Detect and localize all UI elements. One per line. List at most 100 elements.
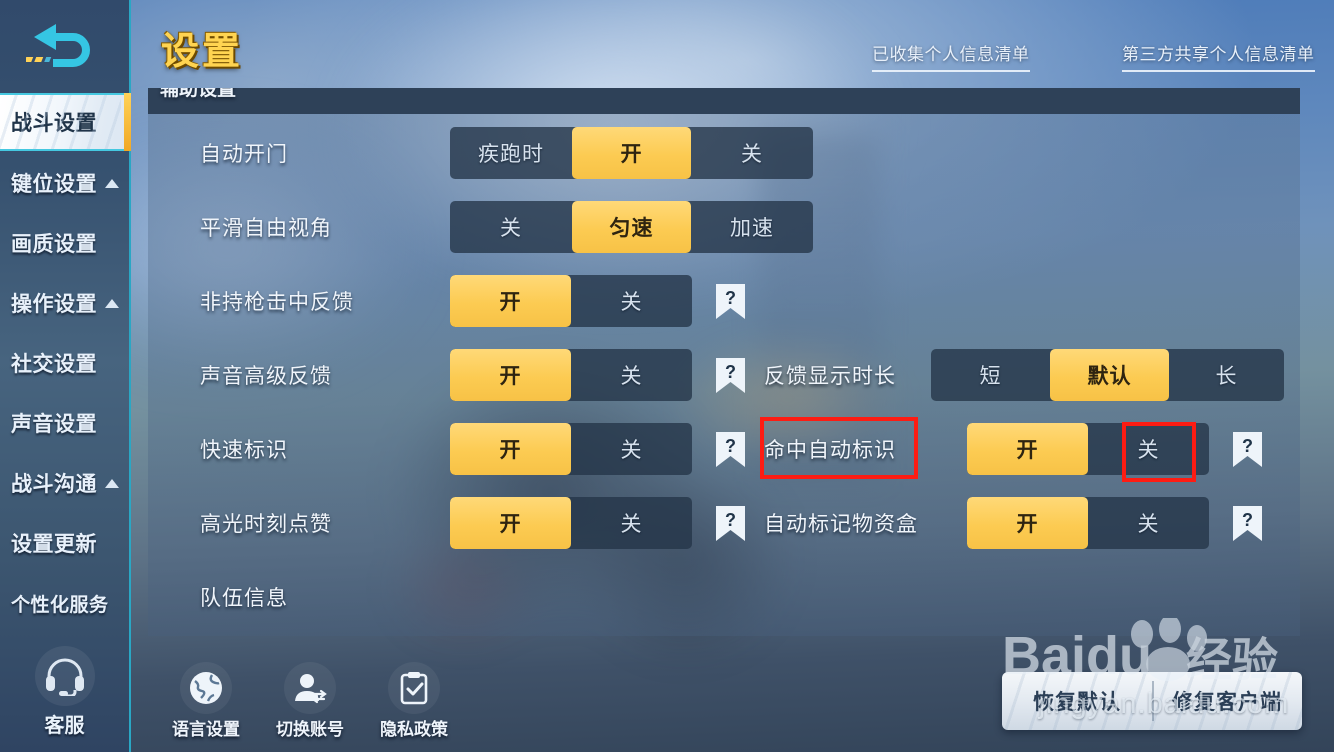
segmented-control: 开 关 (450, 497, 692, 549)
setting-row: 队伍信息 (200, 571, 850, 623)
sidebar-item-label: 战斗沟通 (11, 473, 97, 496)
sidebar-item-label: 键位设置 (11, 173, 97, 196)
segmented-control: 开 关 (450, 423, 692, 475)
chevron-up-icon (105, 479, 119, 488)
svg-text:?: ? (1242, 436, 1253, 456)
segmented-control: 关 匀速 加速 (450, 201, 813, 253)
setting-label: 自动标记物资盒 (764, 513, 918, 536)
page-title: 设置 (161, 31, 244, 73)
setting-label: 命中自动标识 (764, 439, 896, 462)
globe-icon (180, 662, 232, 714)
segment-option[interactable]: 关 (1088, 423, 1209, 475)
segment-option[interactable]: 关 (571, 423, 692, 475)
help-icon[interactable]: ? (716, 358, 745, 393)
setting-row: 反馈显示时长 短 默认 长 (764, 349, 1304, 401)
setting-row: 快速标识 开 关 ? (200, 423, 850, 475)
setting-row: 声音高级反馈 开 关 ? (200, 349, 850, 401)
back-arrow-icon (25, 24, 90, 67)
svg-text:?: ? (725, 436, 736, 456)
switch-account-icon (284, 662, 336, 714)
help-icon[interactable]: ? (716, 506, 745, 541)
bottom-icon-bar: 语言设置 切换账号 隐私政策 (170, 662, 450, 740)
segmented-control: 疾跑时 开 关 (450, 127, 813, 179)
help-icon[interactable]: ? (716, 432, 745, 467)
chevron-up-icon (105, 179, 119, 188)
setting-row: 自动标记物资盒 开 关 ? (764, 497, 1304, 549)
segmented-control: 开 关 (967, 497, 1209, 549)
setting-label: 自动开门 (200, 143, 288, 166)
sidebar-item-personalized-service[interactable]: 个性化服务 (0, 573, 129, 633)
collected-info-list-link[interactable]: 已收集个人信息清单 (872, 40, 1030, 72)
svg-text:?: ? (725, 510, 736, 530)
segment-option-selected[interactable]: 默认 (1050, 349, 1169, 401)
segment-option[interactable]: 疾跑时 (450, 127, 572, 179)
sidebar-item-graphics-settings[interactable]: 画质设置 (0, 213, 129, 273)
panel-body: 自动开门 疾跑时 开 关 平滑自由视角 关 匀速 加速 非持枪击中反馈 开 关 (148, 114, 1300, 636)
segment-option[interactable]: 短 (931, 349, 1050, 401)
segment-option[interactable]: 长 (1169, 349, 1284, 401)
bottom-icon-label: 隐私政策 (380, 720, 448, 739)
sidebar-item-label: 声音设置 (11, 413, 97, 436)
setting-row: 非持枪击中反馈 开 关 ? (200, 275, 850, 327)
help-icon[interactable]: ? (1233, 432, 1262, 467)
setting-row: 命中自动标识 开 关 ? (764, 423, 1304, 475)
setting-label: 声音高级反馈 (200, 365, 332, 388)
segment-option-selected[interactable]: 开 (450, 423, 571, 475)
setting-label: 非持枪击中反馈 (200, 291, 354, 314)
segmented-control: 开 关 (967, 423, 1209, 475)
sidebar-item-control-settings[interactable]: 操作设置 (0, 273, 129, 333)
section-title: 辅助设置 (160, 88, 237, 100)
setting-row: 高光时刻点赞 开 关 ? (200, 497, 850, 549)
setting-label: 快速标识 (200, 439, 288, 462)
segment-option-selected[interactable]: 开 (967, 497, 1088, 549)
back-button[interactable] (0, 0, 129, 88)
segment-option[interactable]: 关 (571, 349, 692, 401)
bottom-icon-label: 切换账号 (276, 720, 344, 739)
setting-label: 反馈显示时长 (764, 365, 896, 388)
segment-option[interactable]: 关 (691, 127, 813, 179)
segment-option-selected[interactable]: 开 (450, 275, 571, 327)
repair-client-button[interactable]: 修复客户端 (1152, 672, 1302, 730)
setting-label: 平滑自由视角 (200, 217, 332, 240)
chevron-up-icon (105, 299, 119, 308)
customer-service-label: 客服 (44, 715, 85, 737)
bottom-action-bar: 恢复默认 修复客户端 (1002, 672, 1302, 730)
segment-option-selected[interactable]: 匀速 (572, 201, 691, 253)
privacy-policy-button[interactable]: 隐私政策 (378, 662, 450, 740)
segment-option-selected[interactable]: 开 (572, 127, 691, 179)
sidebar-item-battle-comms[interactable]: 战斗沟通 (0, 453, 129, 513)
help-icon[interactable]: ? (716, 284, 745, 319)
segment-option[interactable]: 加速 (691, 201, 813, 253)
svg-text:?: ? (725, 288, 736, 308)
sidebar-item-sound-settings[interactable]: 声音设置 (0, 393, 129, 453)
clipboard-check-icon (388, 662, 440, 714)
headset-icon (34, 646, 95, 706)
sidebar-item-label: 战斗设置 (11, 112, 97, 135)
sidebar: 战斗设置 键位设置 画质设置 操作设置 社交设置 声音设置 战斗沟通 设置更新 … (0, 0, 131, 752)
setting-label: 高光时刻点赞 (200, 513, 332, 536)
setting-row: 自动开门 疾跑时 开 关 (200, 127, 820, 179)
third-party-shared-info-link[interactable]: 第三方共享个人信息清单 (1122, 40, 1315, 72)
sidebar-item-social-settings[interactable]: 社交设置 (0, 333, 129, 393)
segment-option[interactable]: 关 (1088, 497, 1209, 549)
setting-row: 平滑自由视角 关 匀速 加速 (200, 201, 820, 253)
restore-defaults-button[interactable]: 恢复默认 (1002, 672, 1152, 730)
segment-option[interactable]: 关 (450, 201, 572, 253)
customer-service-button[interactable]: 客服 (0, 646, 129, 738)
segment-option-selected[interactable]: 开 (450, 349, 571, 401)
segmented-control: 开 关 (450, 275, 692, 327)
sidebar-item-label: 个性化服务 (11, 594, 109, 616)
segmented-control: 开 关 (450, 349, 692, 401)
sidebar-item-key-settings[interactable]: 键位设置 (0, 153, 129, 213)
language-settings-button[interactable]: 语言设置 (170, 662, 242, 740)
panel-section-header: 辅助设置 (148, 88, 1300, 114)
help-icon[interactable]: ? (1233, 506, 1262, 541)
sidebar-item-settings-update[interactable]: 设置更新 (0, 513, 129, 573)
sidebar-item-label: 社交设置 (11, 353, 97, 376)
segment-option-selected[interactable]: 开 (450, 497, 571, 549)
segment-option-selected[interactable]: 开 (967, 423, 1088, 475)
segment-option[interactable]: 关 (571, 275, 692, 327)
switch-account-button[interactable]: 切换账号 (274, 662, 346, 740)
segment-option[interactable]: 关 (571, 497, 692, 549)
sidebar-item-battle-settings[interactable]: 战斗设置 (0, 93, 131, 151)
